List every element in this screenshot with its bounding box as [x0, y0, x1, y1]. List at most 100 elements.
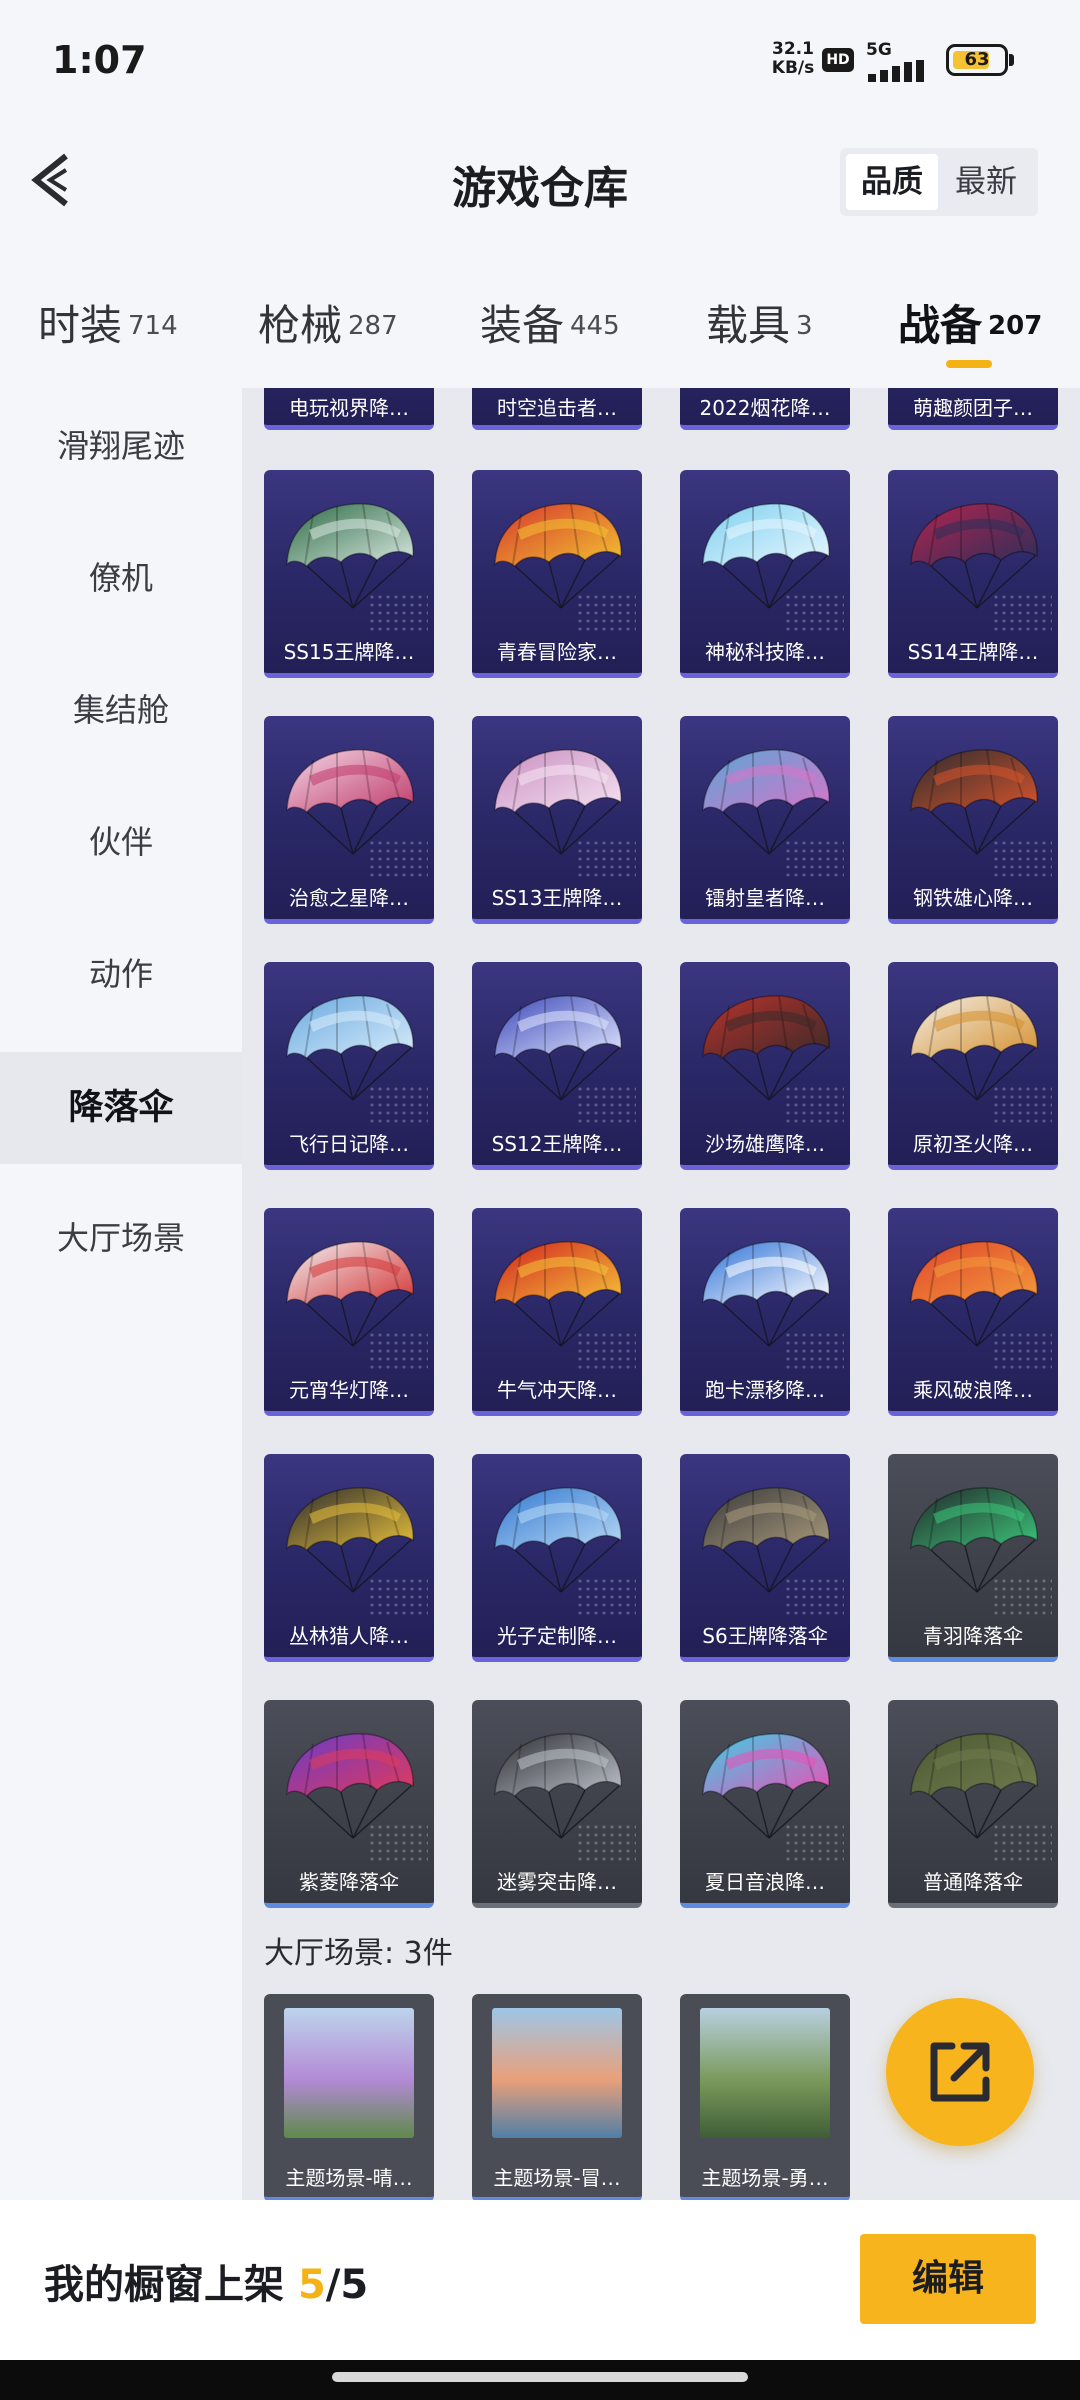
- parachute-icon: [286, 1487, 414, 1593]
- parachute-name: SS15王牌降…: [283, 640, 415, 664]
- status-time: 1:07: [52, 38, 147, 82]
- network-speed: 32.1 KB/s: [770, 40, 816, 78]
- tab-label: 时装: [38, 301, 123, 350]
- edit-button[interactable]: 编辑: [860, 2234, 1036, 2324]
- parachute-card[interactable]: 神秘科技降…: [680, 470, 850, 678]
- parachute-card[interactable]: SS14王牌降…: [888, 470, 1058, 678]
- parachute-icon: [702, 1733, 830, 1839]
- bottom-bar: 我的橱窗上架 5/5 编辑: [0, 2200, 1080, 2360]
- tab-count: 714: [128, 310, 178, 341]
- tab-vehicles[interactable]: 载具 3: [706, 292, 813, 362]
- parachute-card[interactable]: 跑卡漂移降…: [680, 1208, 850, 1416]
- parachute-card[interactable]: 丛林猎人降…: [264, 1454, 434, 1662]
- parachute-card[interactable]: 时空追击者…: [472, 388, 642, 430]
- scene-card[interactable]: 主题场景-勇…: [680, 1994, 850, 2202]
- parachute-card[interactable]: 夏日音浪降…: [680, 1700, 850, 1908]
- parachute-card[interactable]: 钢铁雄心降…: [888, 716, 1058, 924]
- parachute-icon: [702, 749, 830, 855]
- tab-fashion[interactable]: 时装 714: [38, 292, 178, 362]
- parachute-name: 光子定制降…: [497, 1624, 617, 1648]
- parachute-card[interactable]: 元宵华灯降…: [264, 1208, 434, 1416]
- parachute-name: 2022烟花降…: [699, 396, 831, 420]
- tab-count: 207: [988, 310, 1043, 341]
- parachute-icon: [494, 503, 622, 609]
- sidebar-item-glide-trail[interactable]: 滑翔尾迹: [0, 390, 242, 502]
- parachute-icon: [494, 995, 622, 1101]
- parachute-name: 丛林猎人降…: [289, 1624, 409, 1648]
- scene-card[interactable]: 主题场景-冒…: [472, 1994, 642, 2202]
- parachute-icon: [286, 503, 414, 609]
- parachute-name: 青羽降落伞: [923, 1624, 1023, 1648]
- network-type: 5G: [866, 40, 892, 60]
- tab-equipment[interactable]: 装备 445: [480, 292, 620, 362]
- sidebar-item-parachute[interactable]: 降落伞: [0, 1052, 242, 1164]
- parachute-name: 钢铁雄心降…: [913, 886, 1033, 910]
- tab-gear[interactable]: 战备 207: [898, 292, 1042, 362]
- tab-weapons[interactable]: 枪械 287: [258, 292, 398, 362]
- tab-count: 287: [348, 310, 398, 341]
- sidebar-item-emote[interactable]: 动作: [0, 918, 242, 1030]
- parachute-card[interactable]: 青春冒险家…: [472, 470, 642, 678]
- scene-name: 主题场景-勇…: [701, 2166, 829, 2190]
- parachute-name: SS12王牌降…: [491, 1132, 623, 1156]
- parachute-card[interactable]: 迷雾突击降…: [472, 1700, 642, 1908]
- parachute-card[interactable]: 飞行日记降…: [264, 962, 434, 1170]
- parachute-card[interactable]: SS12王牌降…: [472, 962, 642, 1170]
- parachute-name: SS14王牌降…: [907, 640, 1039, 664]
- parachute-card[interactable]: 萌趣颜团子…: [888, 388, 1058, 430]
- tab-label: 战备: [898, 301, 983, 350]
- battery-percent: 63: [964, 49, 990, 70]
- parachute-icon: [910, 1733, 1038, 1839]
- sidebar-item-partner[interactable]: 伙伴: [0, 786, 242, 898]
- parachute-card[interactable]: SS15王牌降…: [264, 470, 434, 678]
- parachute-card[interactable]: SS13王牌降…: [472, 716, 642, 924]
- parachute-card[interactable]: 电玩视界降…: [264, 388, 434, 430]
- parachute-card[interactable]: 青羽降落伞: [888, 1454, 1058, 1662]
- sort-option-quality[interactable]: 品质: [846, 154, 938, 210]
- home-indicator[interactable]: [332, 2372, 748, 2382]
- scene-card[interactable]: 主题场景-晴…: [264, 1994, 434, 2202]
- sort-option-newest[interactable]: 最新: [940, 154, 1032, 210]
- parachute-name: 沙场雄鹰降…: [705, 1132, 825, 1156]
- category-tabs: 时装 714 枪械 287 装备 445 载具 3 战备 207: [0, 278, 1080, 388]
- parachute-icon: [910, 749, 1038, 855]
- parachute-card[interactable]: 原初圣火降…: [888, 962, 1058, 1170]
- parachute-name: SS13王牌降…: [491, 886, 623, 910]
- parachute-icon: [286, 749, 414, 855]
- parachute-name: 元宵华灯降…: [289, 1378, 409, 1402]
- parachute-card[interactable]: 牛气冲天降…: [472, 1208, 642, 1416]
- network-speed-unit: KB/s: [771, 58, 815, 78]
- parachute-name: 神秘科技降…: [705, 640, 825, 664]
- showcase-total: /5: [325, 2262, 369, 2308]
- parachute-card[interactable]: S6王牌降落伞: [680, 1454, 850, 1662]
- parachute-icon: [910, 1241, 1038, 1347]
- parachute-icon: [910, 995, 1038, 1101]
- tab-count: 3: [796, 310, 813, 341]
- parachute-name: 镭射皇者降…: [705, 886, 825, 910]
- parachute-card[interactable]: 镭射皇者降…: [680, 716, 850, 924]
- parachute-card[interactable]: 乘风破浪降…: [888, 1208, 1058, 1416]
- parachute-name: 时空追击者…: [497, 396, 617, 420]
- parachute-name: 牛气冲天降…: [497, 1378, 617, 1402]
- parachute-card[interactable]: 紫菱降落伞: [264, 1700, 434, 1908]
- sidebar-item-wingman[interactable]: 僚机: [0, 522, 242, 634]
- hd-badge: HD: [822, 48, 854, 72]
- parachute-card[interactable]: 普通降落伞: [888, 1700, 1058, 1908]
- sidebar-item-lobby-scene[interactable]: 大厅场景: [0, 1182, 242, 1294]
- status-bar: 1:07 32.1 KB/s HD 5G 63: [0, 0, 1080, 120]
- share-button[interactable]: [886, 1998, 1034, 2146]
- section-title-lobby-scenes: 大厅场景: 3件: [264, 1936, 453, 1971]
- parachute-card[interactable]: 光子定制降…: [472, 1454, 642, 1662]
- parachute-card[interactable]: 治愈之星降…: [264, 716, 434, 924]
- active-tab-indicator: [946, 360, 992, 368]
- parachute-name: 飞行日记降…: [289, 1132, 409, 1156]
- parachute-icon: [494, 1241, 622, 1347]
- parachute-card[interactable]: 2022烟花降…: [680, 388, 850, 430]
- scene-thumbnail: [492, 2008, 622, 2138]
- parachute-icon: [494, 1733, 622, 1839]
- network-speed-value: 32.1: [772, 39, 814, 59]
- sidebar-item-assembly-pod[interactable]: 集结舱: [0, 654, 242, 766]
- parachute-name: 青春冒险家…: [497, 640, 617, 664]
- sort-toggle: 品质 最新: [840, 148, 1038, 216]
- parachute-card[interactable]: 沙场雄鹰降…: [680, 962, 850, 1170]
